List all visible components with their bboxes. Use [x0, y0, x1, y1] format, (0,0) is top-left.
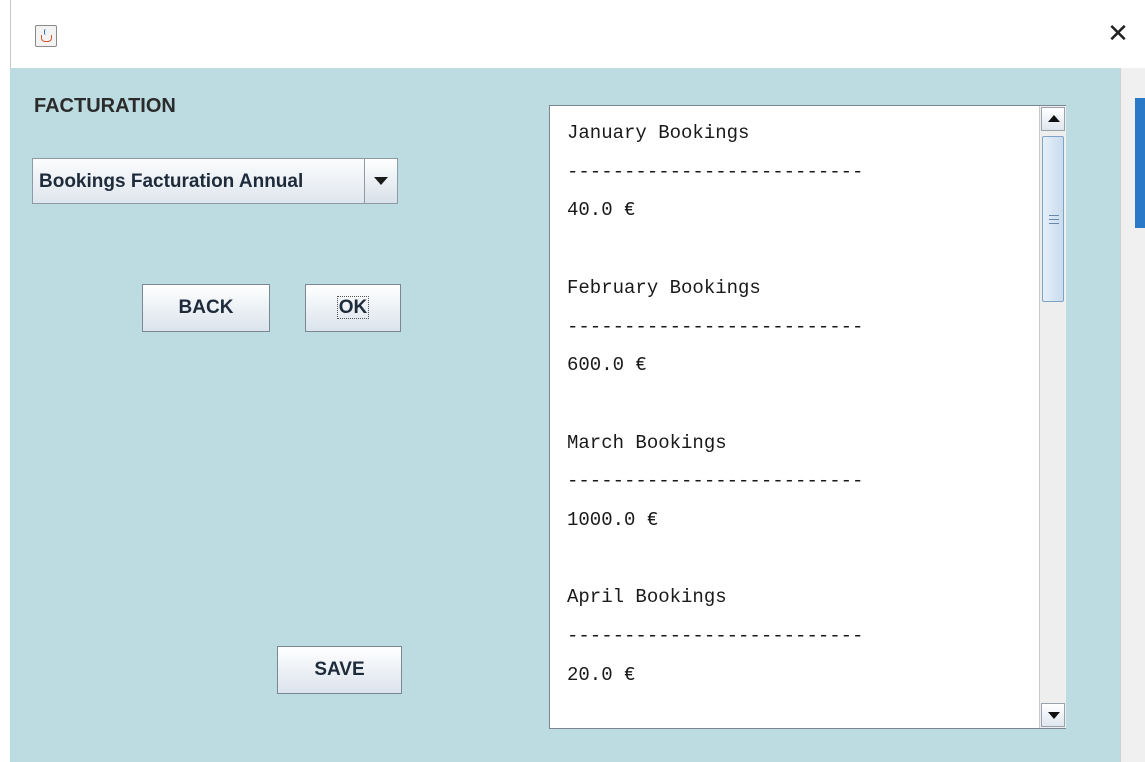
ok-button-label: OK: [336, 296, 370, 319]
grip-icon: [1049, 215, 1059, 224]
report-line: 40.0 €: [567, 199, 636, 222]
arrow-down-icon: [1048, 712, 1060, 719]
report-separator: --------------------------: [567, 315, 864, 338]
report-line: January Bookings: [567, 122, 750, 144]
report-text-area[interactable]: January Bookings ------------------------…: [549, 105, 1066, 729]
report-blank-line: [567, 230, 1037, 269]
report-blank-line: [567, 540, 1037, 579]
report-separator: --------------------------: [567, 470, 864, 493]
report-separator: --------------------------: [567, 160, 864, 183]
scroll-thumb[interactable]: [1042, 136, 1064, 302]
report-line: 1000.0 €: [567, 509, 659, 532]
report-blank-line: [567, 385, 1037, 424]
java-app-icon[interactable]: [35, 25, 57, 47]
report-line: 600.0 €: [567, 354, 647, 377]
report-separator: --------------------------: [567, 625, 864, 648]
vertical-scrollbar[interactable]: [1039, 106, 1066, 728]
dropdown-selected-value: Bookings Facturation Annual: [39, 171, 304, 192]
scroll-up-button[interactable]: [1041, 107, 1065, 131]
background-window-edge: [1120, 68, 1145, 762]
report-lines: January Bookings ------------------------…: [567, 114, 1037, 695]
chevron-down-icon: [374, 177, 388, 185]
save-button[interactable]: SAVE: [277, 646, 402, 694]
report-line: April Bookings: [567, 586, 727, 609]
arrow-up-icon: [1048, 115, 1060, 122]
title-bar: ✕: [10, 0, 1145, 68]
report-line: 20.0 €: [567, 663, 636, 686]
page-title: FACTURATION: [34, 95, 176, 117]
report-line: February Bookings: [567, 276, 761, 299]
scroll-down-button[interactable]: [1041, 703, 1065, 727]
report-type-dropdown[interactable]: Bookings Facturation Annual: [32, 158, 398, 204]
dropdown-arrow-button[interactable]: [364, 159, 397, 203]
close-button[interactable]: ✕: [1105, 21, 1131, 47]
report-line: March Bookings: [567, 431, 727, 454]
ok-button[interactable]: OK: [305, 284, 401, 332]
back-button[interactable]: BACK: [142, 284, 270, 332]
